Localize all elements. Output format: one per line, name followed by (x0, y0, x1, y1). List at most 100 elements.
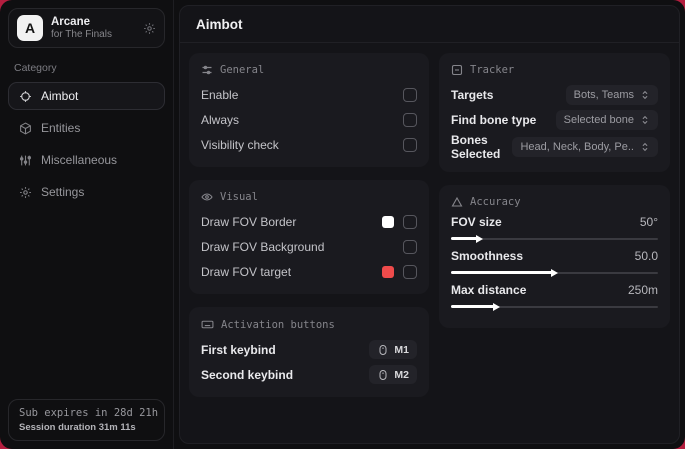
fov-border-color-swatch[interactable] (382, 215, 394, 228)
mouse-icon (377, 369, 389, 381)
fov-target-color-swatch[interactable] (382, 265, 394, 278)
setting-row: Always (201, 108, 417, 131)
general-header: General (201, 64, 417, 76)
visibility-check-checkbox[interactable] (403, 137, 417, 152)
session-duration: Session duration 31m 11s (19, 422, 136, 433)
slider-thumb[interactable] (492, 302, 500, 311)
select-label: Targets (451, 87, 494, 102)
content-panel: Aimbot General Enable Always Visibility … (179, 5, 680, 444)
find-bone-type-select[interactable]: Selected bone (555, 109, 658, 130)
visual-header-label: Visual (220, 191, 258, 203)
slider-value: 50.0 (634, 249, 658, 263)
slider-fill (451, 268, 558, 277)
slider-row: Max distance 250m (451, 283, 658, 311)
smoothness-slider[interactable] (451, 268, 658, 277)
cube-icon (19, 121, 32, 135)
main-area: Aimbot General Enable Always Visibility … (174, 0, 685, 449)
unfold-icon (640, 90, 650, 100)
setting-row: Visibility check (201, 133, 417, 156)
row-controls (382, 214, 417, 229)
sidebar-item-settings[interactable]: Settings (8, 178, 165, 206)
setting-label: Visibility check (201, 137, 279, 152)
setting-row: Draw FOV Border (201, 210, 417, 233)
accuracy-header: Accuracy (451, 196, 658, 208)
draw-fov-background-checkbox[interactable] (403, 239, 417, 254)
app-logo: A (17, 15, 43, 41)
keybind-value: M2 (394, 368, 409, 381)
sidebar-item-label: Entities (41, 121, 81, 135)
tracker-card: Tracker Targets Bots, Teams Find bone ty… (439, 53, 670, 172)
bones-selected-select[interactable]: Head, Neck, Body, Pe.. (512, 137, 658, 157)
draw-fov-target-checkbox[interactable] (403, 264, 417, 279)
select-label: Find bone type (451, 112, 537, 127)
slider-head: Smoothness 50.0 (451, 249, 658, 263)
slider-fill (451, 234, 483, 243)
bones-selected-select-value: Head, Neck, Body, Pe.. (520, 141, 634, 153)
general-header-label: General (220, 64, 265, 76)
crosshair-icon (19, 90, 32, 103)
select-row: Targets Bots, Teams (451, 83, 658, 106)
slider-row: FOV size 50° (451, 215, 658, 243)
select-row: Find bone type Selected bone (451, 108, 658, 131)
left-column: General Enable Always Visibility check V… (189, 53, 429, 397)
always-checkbox[interactable] (403, 112, 417, 127)
slider-head: FOV size 50° (451, 215, 658, 229)
fov-size-slider[interactable] (451, 234, 658, 243)
row-controls (403, 239, 417, 254)
category-label: Category (14, 62, 57, 74)
accuracy-card: Accuracy FOV size 50° Smoothness 50.0 Ma… (439, 185, 670, 328)
first-keybind-button[interactable]: M1 (369, 340, 417, 359)
right-column: Tracker Targets Bots, Teams Find bone ty… (439, 53, 670, 328)
setting-row: Draw FOV target (201, 260, 417, 283)
second-keybind-button[interactable]: M2 (369, 365, 417, 384)
gear-icon (19, 186, 32, 199)
sidebar-item-label: Miscellaneous (41, 153, 118, 167)
accuracy-header-label: Accuracy (470, 196, 521, 208)
sliders-icon (19, 154, 32, 167)
setting-label: Draw FOV Background (201, 239, 325, 254)
slider-value: 50° (639, 215, 658, 229)
sidebar-item-entities[interactable]: Entities (8, 114, 165, 142)
sidebar-item-label: Aimbot (41, 89, 79, 103)
max-distance-slider[interactable] (451, 302, 658, 311)
sidebar: A Arcane for The Finals Category Aimbot (0, 0, 174, 449)
tracker-box-icon (451, 64, 463, 76)
subscription-card: Sub expires in 28d 21h Session duration … (8, 399, 165, 441)
row-controls (382, 264, 417, 279)
slider-row: Smoothness 50.0 (451, 249, 658, 277)
slider-thumb[interactable] (550, 268, 558, 277)
slider-label: FOV size (451, 215, 502, 229)
panel-body: General Enable Always Visibility check V… (180, 43, 679, 407)
slider-thumb[interactable] (475, 234, 483, 243)
app-header-card: A Arcane for The Finals (8, 8, 165, 48)
enable-checkbox[interactable] (403, 87, 417, 102)
activation-header: Activation buttons (201, 318, 417, 331)
app-subtitle: for The Finals (51, 29, 112, 40)
select-row: Bones Selected Head, Neck, Body, Pe.. (451, 133, 658, 161)
sidebar-item-label: Settings (41, 185, 85, 199)
setting-label: Always (201, 112, 240, 127)
eye-icon (201, 191, 213, 203)
targets-select[interactable]: Bots, Teams (565, 84, 658, 105)
select-label: Bones Selected (451, 133, 501, 161)
header-gear-icon[interactable] (143, 22, 156, 35)
slider-label: Smoothness (451, 249, 524, 263)
keybind-row: Second keybind M2 (201, 363, 417, 386)
tune-icon (201, 64, 213, 76)
visual-card: Visual Draw FOV Border Draw FOV Backgrou… (189, 180, 429, 294)
slider-head: Max distance 250m (451, 283, 658, 297)
setting-label: Draw FOV target (201, 264, 292, 279)
sidebar-item-miscellaneous[interactable]: Miscellaneous (8, 146, 165, 174)
draw-fov-border-checkbox[interactable] (403, 214, 417, 229)
setting-label: Draw FOV Border (201, 214, 297, 229)
find-bone-type-select-value: Selected bone (563, 113, 634, 126)
triangle-icon (451, 196, 463, 208)
app-meta: Arcane for The Finals (51, 16, 112, 40)
sidebar-item-aimbot[interactable]: Aimbot (8, 82, 165, 110)
keybind-label: First keybind (201, 342, 276, 357)
visual-header: Visual (201, 191, 417, 203)
tracker-header-label: Tracker (470, 64, 515, 76)
setting-label: Enable (201, 87, 239, 102)
slider-label: Max distance (451, 283, 527, 297)
targets-select-value: Bots, Teams (573, 88, 634, 101)
